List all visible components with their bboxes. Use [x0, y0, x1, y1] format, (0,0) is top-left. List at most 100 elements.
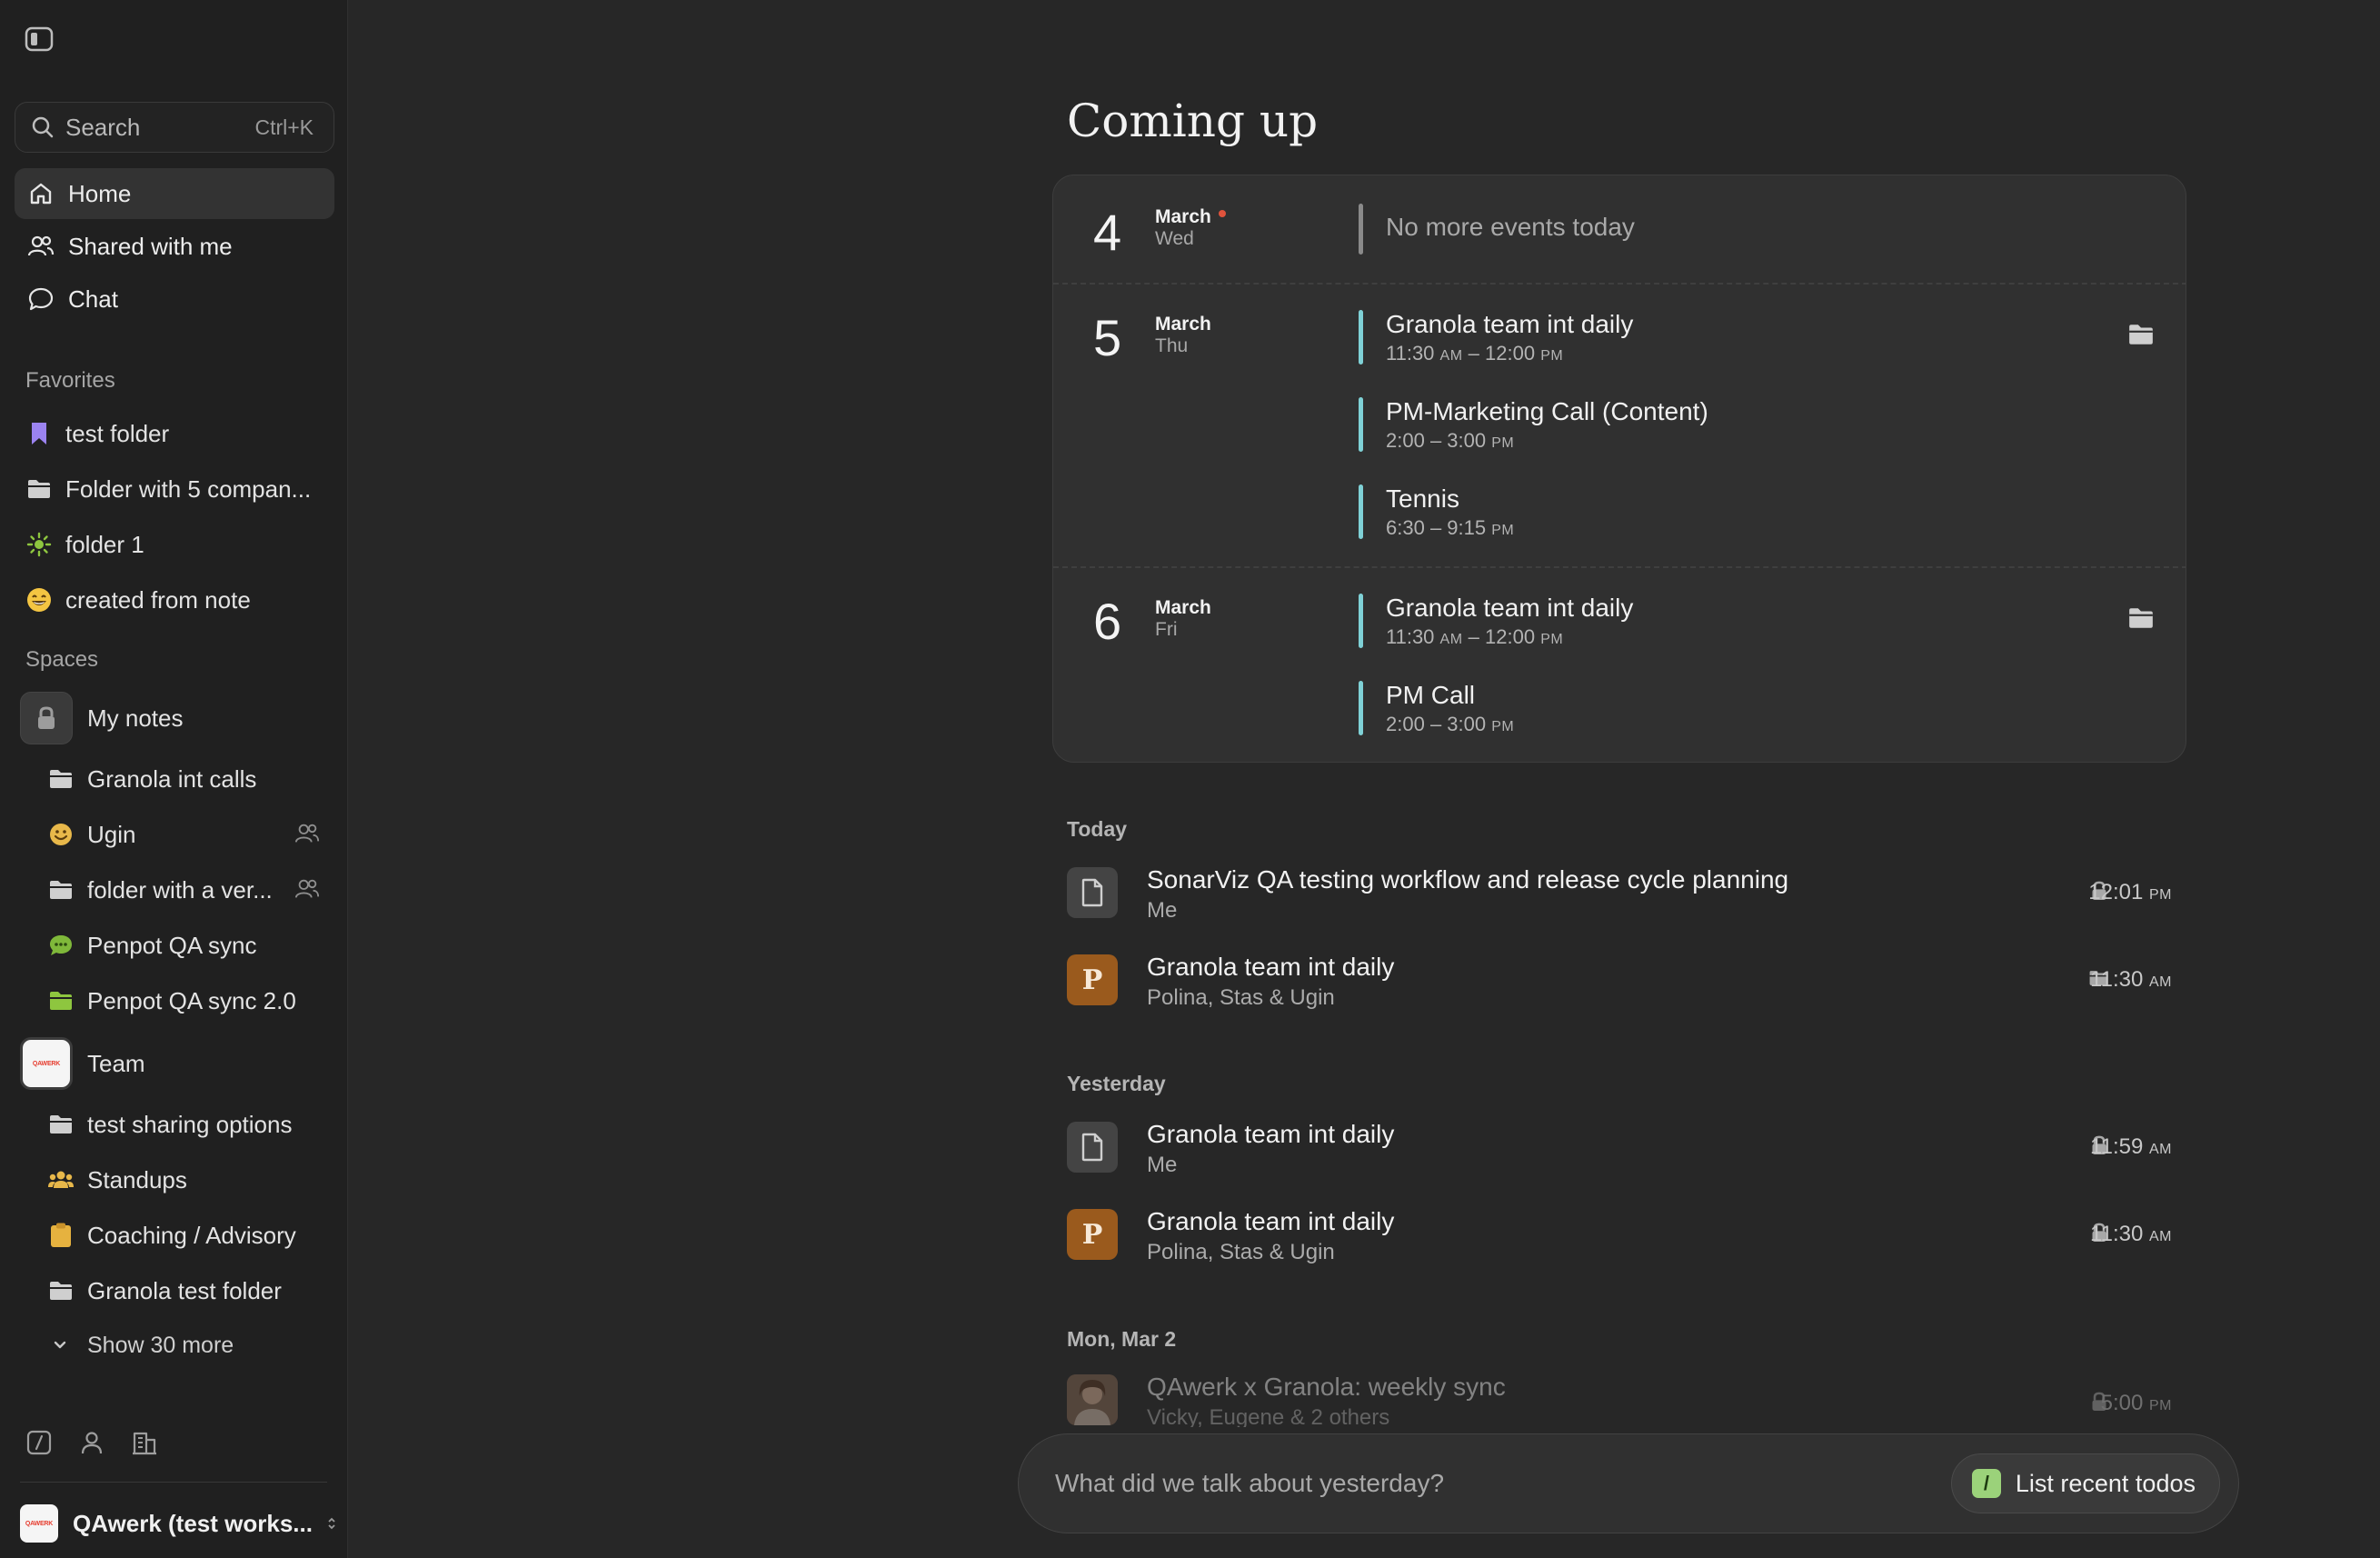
nav-home[interactable]: Home	[15, 168, 334, 219]
folder-test-sharing-options[interactable]: test sharing options	[47, 1102, 334, 1147]
nav-shared-with-me[interactable]: Shared with me	[15, 221, 334, 272]
nav-chat-label: Chat	[68, 285, 118, 313]
page-title: Coming up	[1067, 95, 1319, 147]
note-row[interactable]: P Granola team int daily Polina, Stas & …	[1067, 1207, 2172, 1265]
day-number: 4	[1093, 204, 1122, 261]
note-participants: Vicky, Eugene & 2 others	[1147, 1405, 1390, 1427]
calendar-event[interactable]: Granola team int daily 11:30 AM – 12:00 …	[1359, 594, 2153, 650]
folder-standups[interactable]: Standups	[47, 1157, 334, 1203]
note-participants: Polina, Stas & Ugin	[1147, 985, 1335, 1010]
sidebar-divider	[20, 1482, 327, 1483]
nav-chat[interactable]: Chat	[15, 274, 334, 325]
nav-home-label: Home	[68, 179, 132, 207]
calendar-event[interactable]: Granola team int daily 11:30 AM – 12:00 …	[1359, 310, 2153, 366]
slash-command-icon[interactable]	[25, 1429, 55, 1458]
folder-with-a-very-long-name[interactable]: folder with a ver...	[47, 867, 334, 913]
search-box[interactable]: Search Ctrl+K	[15, 102, 334, 153]
day-number: 5	[1093, 309, 1122, 366]
note-participants: Polina, Stas & Ugin	[1147, 1240, 1335, 1264]
note-row[interactable]: Granola team int daily Me 11:59 AM	[1067, 1120, 2172, 1178]
document-icon	[1067, 1122, 1118, 1173]
folder-icon	[47, 1277, 75, 1304]
group-label-today: Today	[1067, 817, 1128, 841]
today-indicator	[1218, 210, 1226, 218]
grinning-face-icon	[25, 586, 53, 614]
folder-icon	[47, 1111, 75, 1138]
note-title: Granola team int daily	[1147, 1120, 1395, 1148]
calendar-event[interactable]: Tennis 6:30 – 9:15 PM	[1359, 484, 2140, 541]
folder-icon	[25, 475, 53, 503]
show-more-button[interactable]: Show 30 more	[49, 1327, 234, 1363]
note-time: 11:30 AM	[2090, 967, 2172, 992]
calendar-event[interactable]: PM-Marketing Call (Content) 2:00 – 3:00 …	[1359, 397, 2140, 454]
favorite-folder-with-5-companies[interactable]: Folder with 5 compan...	[25, 466, 334, 512]
day-month: March	[1155, 314, 1211, 335]
day-weekday: Fri	[1155, 619, 1178, 640]
note-title: SonarViz QA testing workflow and release…	[1147, 865, 1789, 894]
folder-icon	[47, 876, 75, 904]
folder-penpot-qa-sync[interactable]: Penpot QA sync	[47, 923, 334, 968]
space-team[interactable]: QAWERK Team	[20, 1036, 334, 1091]
nav-shared-label: Shared with me	[68, 232, 233, 260]
favorites-heading: Favorites	[25, 368, 115, 393]
event-time: 11:30 AM – 12:00 PM	[1386, 342, 1564, 365]
space-my-notes-label: My notes	[87, 704, 184, 732]
person-icon[interactable]	[78, 1429, 107, 1458]
day-month: March	[1155, 597, 1211, 618]
note-title: QAwerk x Granola: weekly sync	[1147, 1373, 1506, 1401]
note-row[interactable]: P Granola team int daily Polina, Stas & …	[1067, 953, 2172, 1011]
folder-penpot-qa-sync-2[interactable]: Penpot QA sync 2.0	[47, 978, 334, 1024]
favorite-test-folder[interactable]: test folder	[25, 411, 334, 456]
list-recent-todos-button[interactable]: / List recent todos	[1950, 1453, 2220, 1513]
spaces-heading: Spaces	[25, 647, 99, 672]
note-title: Granola team int daily	[1147, 1207, 1395, 1235]
participant-avatar: P	[1067, 954, 1118, 1005]
favorite-created-from-note[interactable]: created from note	[25, 577, 334, 623]
day-weekday: Thu	[1155, 335, 1189, 356]
day-month: March	[1155, 206, 1226, 228]
event-time: 2:00 – 3:00 PM	[1386, 429, 1515, 452]
sidebar-bottom-toolbar	[25, 1429, 160, 1458]
calendar-event[interactable]: PM Call 2:00 – 3:00 PM	[1359, 681, 2140, 737]
clipboard-icon	[47, 1222, 75, 1249]
group-label-yesterday: Yesterday	[1067, 1072, 1166, 1095]
photo-avatar-icon	[1067, 1374, 1118, 1425]
search-icon	[31, 115, 55, 139]
folder-icon[interactable]	[2127, 606, 2155, 630]
folder-icon[interactable]	[2127, 323, 2155, 346]
note-time: 12:01 PM	[2088, 880, 2172, 904]
workspace-name: QAwerk (test works...	[73, 1509, 313, 1537]
folder-ugin[interactable]: Ugin	[47, 812, 334, 857]
event-bar	[1359, 594, 1363, 648]
home-icon	[26, 179, 55, 208]
event-time: 11:30 AM – 12:00 PM	[1386, 625, 1564, 648]
calendar-card: 4 March Wed No more events today 5 March…	[1052, 175, 2186, 763]
folder-granola-int-calls[interactable]: Granola int calls	[47, 756, 334, 802]
calendar-day: 4 March Wed No more events today	[1053, 175, 2186, 283]
calendar-day: 5 March Thu Granola team int daily 11:30…	[1053, 283, 2186, 566]
chat-input-bar: What did we talk about yesterday? / List…	[1018, 1433, 2239, 1533]
event-bar	[1359, 484, 1363, 539]
folder-coaching-advisory[interactable]: Coaching / Advisory	[47, 1213, 334, 1258]
building-icon[interactable]	[131, 1429, 160, 1458]
shared-users-icon	[294, 876, 322, 904]
calendar-day: 6 March Fri Granola team int daily 11:30…	[1053, 566, 2186, 762]
event-bar	[1359, 204, 1363, 255]
space-my-notes[interactable]: My notes	[20, 691, 334, 745]
note-participants: Me	[1147, 898, 1178, 923]
folder-granola-test-folder[interactable]: Granola test folder	[47, 1268, 334, 1313]
group-label-mon-mar-2: Mon, Mar 2	[1067, 1327, 1177, 1351]
sidebar: Search Ctrl+K Home Shared with me Chat F…	[0, 0, 348, 1558]
smiley-icon	[47, 821, 75, 848]
favorite-folder-1[interactable]: folder 1	[25, 522, 334, 567]
workspace-logo: QAWERK	[20, 1504, 58, 1543]
note-row[interactable]: QAwerk x Granola: weekly sync Vicky, Eug…	[1067, 1373, 2172, 1427]
space-team-label: Team	[87, 1049, 145, 1077]
folder-icon	[47, 765, 75, 793]
search-placeholder: Search	[65, 113, 141, 141]
note-row[interactable]: SonarViz QA testing workflow and release…	[1067, 865, 2172, 924]
workspace-switcher[interactable]: QAWERK QAwerk (test works...	[20, 1503, 338, 1543]
sidebar-toggle-icon[interactable]	[25, 26, 54, 52]
chat-input[interactable]: What did we talk about yesterday?	[1055, 1469, 1951, 1498]
note-time: 11:30 AM	[2090, 1222, 2172, 1246]
